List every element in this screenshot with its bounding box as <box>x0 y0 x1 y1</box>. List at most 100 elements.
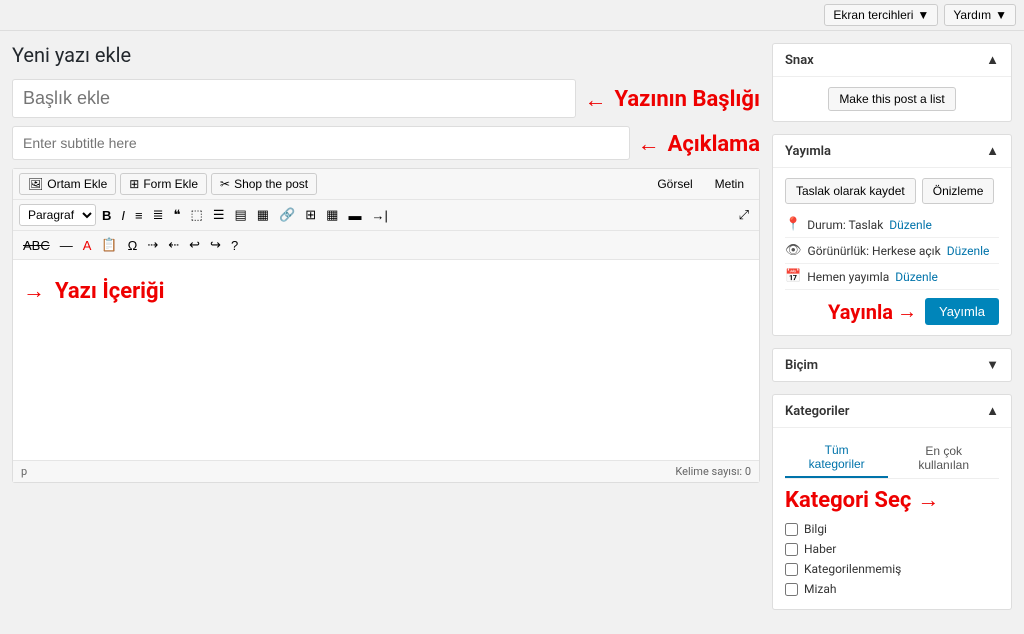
yayinla-annotation: Yayınla → <box>828 299 917 324</box>
kategori-annotation-text: Kategori Seç <box>785 488 911 513</box>
make-list-button[interactable]: Make this post a list <box>828 87 955 111</box>
word-count: Kelime sayısı: 0 <box>675 465 751 478</box>
bold-button[interactable]: B <box>98 206 115 225</box>
kategoriler-content: Tüm kategoriler En çok kullanılan Katego… <box>773 428 1011 609</box>
editor-tabs: Görsel Metin <box>648 173 753 195</box>
form-ekle-button[interactable]: ⊞ Form Ekle <box>120 173 207 195</box>
kategoriler-header: Kategoriler ▲ <box>773 395 1011 428</box>
align-justify-button[interactable]: ▦ <box>253 205 273 225</box>
visibility-label: Görünürlük: Herkese açık <box>808 244 941 258</box>
paragraph-select[interactable]: Paragraf <box>19 204 96 226</box>
rtl-button[interactable]: ⇢ <box>143 235 162 255</box>
subtitle-annotation-text: Açıklama <box>668 132 760 157</box>
tab-all-categories[interactable]: Tüm kategoriler <box>785 438 888 478</box>
undo-button[interactable]: ↩ <box>185 235 204 255</box>
snax-content: Make this post a list <box>773 77 1011 121</box>
list-item: Haber <box>785 539 999 559</box>
subtitle-arrow: ← <box>638 131 660 157</box>
subtitle-input[interactable] <box>12 126 630 160</box>
yayinla-text: Yayınla <box>828 300 893 324</box>
save-draft-button[interactable]: Taslak olarak kaydet <box>785 178 916 204</box>
align-center-button[interactable]: ☰ <box>209 205 229 225</box>
fullscreen-button[interactable]: ⤢ <box>735 205 753 225</box>
form-icon: ⊞ <box>129 177 139 191</box>
preview-button[interactable]: Önizleme <box>922 178 995 204</box>
yayimla-button[interactable]: Yayımla <box>925 298 999 325</box>
status-row: 📍 Durum: Taslak Düzenle <box>785 212 999 238</box>
hr-button[interactable]: ▬ <box>344 206 365 225</box>
shop-button[interactable]: ✂ Shop the post <box>211 173 317 195</box>
strikethrough-button[interactable]: ABC <box>19 236 54 255</box>
title-input[interactable] <box>12 79 576 118</box>
bilgi-checkbox[interactable] <box>785 523 798 536</box>
hr-line-button[interactable]: — <box>56 236 77 255</box>
shop-label: Shop the post <box>234 177 308 191</box>
kategoriler-panel: Kategoriler ▲ Tüm kategoriler En çok kul… <box>772 394 1012 610</box>
top-bar: Ekran tercihleri ▼ Yardım ▼ <box>0 0 1024 31</box>
font-color-button[interactable]: A <box>79 236 96 255</box>
help-label: Yardım <box>953 8 991 22</box>
snax-collapse-icon: ▲ <box>986 52 999 68</box>
kategoriler-collapse-icon: ▲ <box>986 403 999 419</box>
visibility-edit-link[interactable]: Düzenle <box>947 244 990 258</box>
blockquote-button[interactable]: ❝ <box>170 205 185 225</box>
align-left-button[interactable]: ⬚ <box>187 205 207 225</box>
haber-checkbox[interactable] <box>785 543 798 556</box>
schedule-label: Hemen yayımla <box>807 270 889 284</box>
editor-top-left: 🖼 Ortam Ekle ⊞ Form Ekle ✂ Shop the post <box>19 173 317 195</box>
grid-button[interactable]: ▦ <box>322 205 342 225</box>
link-button[interactable]: 🔗 <box>275 205 299 225</box>
publish-btn-row: Yayınla → Yayımla <box>785 298 999 325</box>
kategorilenmemis-checkbox[interactable] <box>785 563 798 576</box>
title-arrow: ← <box>584 87 606 113</box>
screen-options-label: Ekran tercihleri <box>833 8 913 22</box>
snax-panel: Snax ▲ Make this post a list <box>772 43 1012 122</box>
mizah-checkbox[interactable] <box>785 583 798 596</box>
editor-toolbar-top: 🖼 Ortam Ekle ⊞ Form Ekle ✂ Shop the post… <box>13 169 759 200</box>
screen-options-button[interactable]: Ekran tercihleri ▼ <box>824 4 938 26</box>
snax-header: Snax ▲ <box>773 44 1011 77</box>
publish-header: Yayımla ▲ <box>773 135 1011 168</box>
editor-wrapper: 🖼 Ortam Ekle ⊞ Form Ekle ✂ Shop the post… <box>12 168 760 483</box>
form-label: Form Ekle <box>143 177 198 191</box>
chevron-down-icon: ▼ <box>995 8 1007 22</box>
help-fmt-button[interactable]: ? <box>227 236 242 255</box>
visibility-row: 👁 Görünürlük: Herkese açık Düzenle <box>785 238 999 264</box>
special-char-button[interactable]: Ω <box>124 236 142 255</box>
align-right-button[interactable]: ▤ <box>230 205 250 225</box>
table-button[interactable]: ⊞ <box>301 205 320 225</box>
schedule-edit-link[interactable]: Düzenle <box>895 270 938 284</box>
paste-text-button[interactable]: 📋 <box>97 235 121 255</box>
ol-button[interactable]: ≣ <box>149 205 168 225</box>
metin-tab[interactable]: Metin <box>706 173 753 195</box>
yayinla-arrow: → <box>897 299 917 324</box>
publish-action-row: Taslak olarak kaydet Önizleme <box>785 178 999 204</box>
tab-popular-categories[interactable]: En çok kullanılan <box>888 438 999 478</box>
status-bar: p Kelime sayısı: 0 <box>13 460 759 482</box>
ul-button[interactable]: ≡ <box>131 206 147 225</box>
gorsel-tab[interactable]: Görsel <box>648 173 701 195</box>
snax-title: Snax <box>785 53 814 68</box>
page-title: Yeni yazı ekle <box>12 43 760 67</box>
bicim-panel: Biçim ▼ <box>772 348 1012 382</box>
format-toolbar: Paragraf B I ≡ ≣ ❝ ⬚ ☰ ▤ ▦ 🔗 ⊞ ▦ ▬ →| ⤢ <box>13 200 759 231</box>
title-annotation-text: Yazının Başlığı <box>614 87 760 112</box>
schedule-icon: 📅 <box>785 269 801 284</box>
list-item: Kategorilenmemiş <box>785 559 999 579</box>
editor-body[interactable]: → Yazı İçeriği <box>13 260 759 460</box>
ltr-button[interactable]: ⇠ <box>164 235 183 255</box>
publish-panel: Yayımla ▲ Taslak olarak kaydet Önizleme … <box>772 134 1012 336</box>
list-item: Mizah <box>785 579 999 599</box>
help-button[interactable]: Yardım ▼ <box>944 4 1016 26</box>
list-item: Bilgi <box>785 519 999 539</box>
status-edit-link[interactable]: Düzenle <box>889 218 932 232</box>
status-label: Durum: Taslak <box>807 218 883 232</box>
visibility-icon: 👁 <box>785 243 802 258</box>
mizah-label: Mizah <box>804 582 836 596</box>
italic-button[interactable]: I <box>117 206 129 225</box>
redo-button[interactable]: ↪ <box>206 235 225 255</box>
category-list: Bilgi Haber Kategorilenmemiş Mizah <box>785 519 999 599</box>
media-icon: 🖼 <box>28 177 43 191</box>
indent-button[interactable]: →| <box>367 206 391 225</box>
ortam-ekle-button[interactable]: 🖼 Ortam Ekle <box>19 173 116 195</box>
